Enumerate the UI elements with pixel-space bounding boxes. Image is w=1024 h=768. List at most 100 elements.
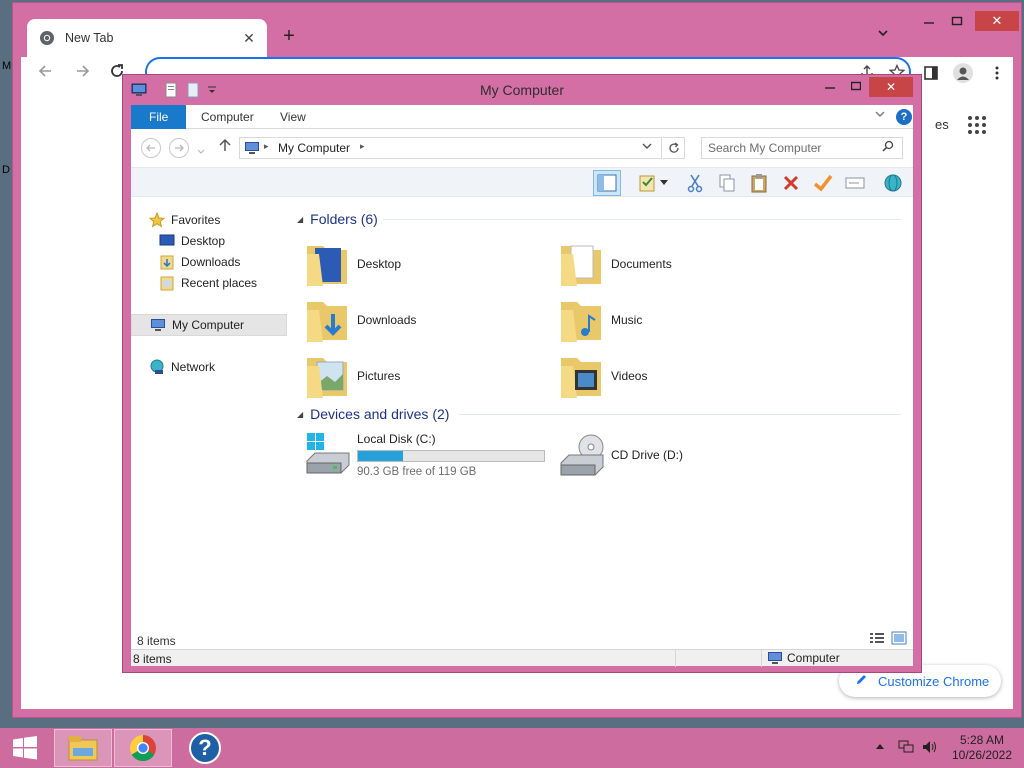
help-icon[interactable]: ? [896,109,912,125]
shortcut-link-partial[interactable]: es [935,117,949,132]
large-icons-view-icon[interactable] [891,631,907,645]
desktop-icon-label-partial: M [2,60,12,72]
nav-label: Network [171,360,216,374]
system-clock[interactable]: 5:28 AM 10/26/2022 [946,733,1018,763]
network-tray-icon[interactable] [898,740,914,757]
preview-pane-button[interactable] [593,170,621,196]
up-arrow-icon[interactable] [217,138,233,158]
desktop-folder-icon [305,240,351,288]
breadcrumb-my-computer[interactable]: My Computer [278,141,350,155]
explorer-title-bar[interactable]: My Computer ✕ [123,75,921,105]
explorer-maximize-button[interactable] [843,77,869,97]
navigation-pane: Favorites Desktop Downloads Recent place… [131,198,289,616]
drive-name: Local Disk (C:) [357,432,436,446]
chrome-logo-icon [40,31,54,45]
nav-recent-places[interactable]: Recent places [159,273,257,293]
folder-name: Pictures [357,369,401,383]
nav-label: My Computer [172,318,245,332]
breadcrumb-chevron-icon[interactable]: ▸ [360,141,365,152]
network-globe-icon[interactable] [879,170,907,196]
nav-desktop[interactable]: Desktop [159,231,225,251]
address-dropdown-icon[interactable] [642,141,652,154]
nav-favorites[interactable]: Favorites [149,210,220,230]
nav-my-computer[interactable]: My Computer [131,314,287,336]
tab-computer[interactable]: Computer [187,105,268,129]
drive-cd-d[interactable]: CD Drive (D:) [559,430,799,480]
checkmark-icon[interactable] [809,170,837,196]
taskbar-file-explorer[interactable] [54,729,112,767]
search-input[interactable] [708,141,878,155]
explorer-window-title: My Computer [479,82,565,98]
folder-name: Videos [611,369,648,383]
copy-icon[interactable] [713,170,741,196]
details-view-icon[interactable] [869,631,885,645]
delete-icon[interactable] [777,170,805,196]
folder-music[interactable]: Music [559,294,799,346]
cd-drive-icon [559,431,605,479]
folder-videos[interactable]: Videos [559,350,799,402]
profile-icon[interactable] [953,63,973,83]
forward-button[interactable] [169,138,189,158]
command-bar [131,167,913,197]
nav-network[interactable]: Network [149,357,215,377]
search-icon[interactable] [882,140,894,155]
new-tab-button[interactable]: + [277,25,301,49]
start-button[interactable] [0,728,50,768]
close-icon[interactable]: ✕ [241,30,257,47]
close-window-button[interactable]: ✕ [975,11,1019,31]
address-bar[interactable]: ▸ My Computer ▸ [239,137,662,159]
nav-downloads[interactable]: Downloads [159,252,240,272]
pictures-folder-icon [305,352,351,400]
recent-locations-chevron-icon[interactable] [197,144,205,158]
folder-name: Downloads [357,313,417,327]
windows-drive-icon [305,431,351,479]
taskbar-chrome[interactable] [114,729,172,767]
pencil-icon [855,673,868,689]
folder-pictures[interactable]: Pictures [305,350,545,402]
drive-local-disk-c[interactable]: Local Disk (C:) 90.3 GB free of 119 GB [305,430,555,480]
tab-file[interactable]: File [131,105,187,129]
explorer-body: File Computer View ? ▸ My Computer ▸ Sea… [131,105,913,667]
back-arrow-icon[interactable] [33,63,57,85]
kebab-menu-icon[interactable] [989,65,1005,84]
refresh-icon[interactable] [663,137,685,159]
show-hidden-icons-arrow-icon[interactable] [876,740,884,752]
maximize-button[interactable] [943,11,971,35]
folder-downloads[interactable]: Downloads [305,294,545,346]
minimize-button[interactable] [915,11,943,35]
folder-documents[interactable]: Documents [559,238,799,290]
explorer-window: My Computer ✕ File Computer View ? ▸ My … [122,74,922,673]
rename-icon[interactable] [841,170,869,196]
volume-icon[interactable] [922,740,938,757]
expand-ribbon-icon[interactable] [875,109,885,122]
status-location: Computer [767,651,840,665]
taskbar-help[interactable]: ? [176,729,234,767]
tab-search-chevron-icon[interactable] [873,27,893,47]
search-box[interactable] [701,137,903,159]
group-header-folders[interactable]: ◢ Folders (6) [297,209,378,229]
drive-usage-fill [358,451,403,461]
status-divider [675,650,676,667]
status-divider [761,650,762,667]
folder-desktop[interactable]: Desktop [305,238,545,290]
forward-arrow-icon[interactable] [71,63,95,85]
explorer-close-button[interactable]: ✕ [869,77,913,97]
cut-icon[interactable] [681,170,709,196]
dropdown-arrow-icon[interactable] [657,170,671,196]
apps-grid-icon[interactable] [967,115,987,135]
content-pane: ◢ Folders (6) Desktop Documents Download… [291,198,911,616]
explorer-minimize-button[interactable] [817,77,843,97]
tab-view[interactable]: View [266,105,320,129]
computer-icon [245,142,259,154]
paste-icon[interactable] [745,170,773,196]
group-header-text: Folders (6) [310,211,378,227]
breadcrumb-chevron-icon[interactable]: ▸ [264,141,269,152]
collapse-triangle-icon: ◢ [297,409,304,419]
group-header-text: Devices and drives (2) [310,406,450,422]
group-header-devices[interactable]: ◢ Devices and drives (2) [297,404,449,424]
music-folder-icon [559,296,605,344]
back-button[interactable] [141,138,161,158]
folder-name: Desktop [357,257,402,271]
sidebar-icon[interactable] [923,65,939,84]
tab-new-tab[interactable]: New Tab ✕ [27,19,267,57]
